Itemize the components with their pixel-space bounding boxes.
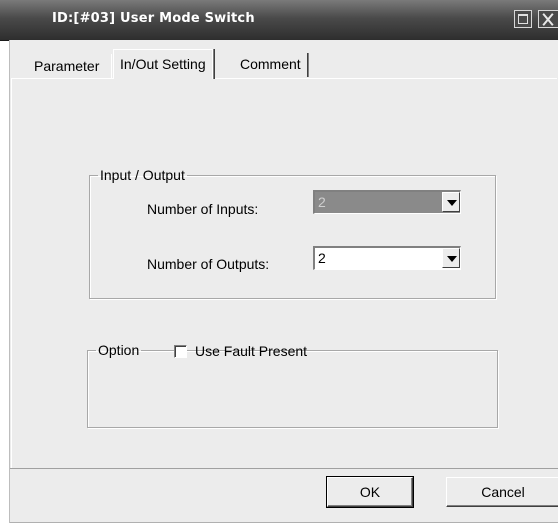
input-output-legend: Input / Output: [100, 167, 185, 183]
inputs-label: Number of Inputs:: [147, 201, 259, 217]
title-bar[interactable]: ID:[#03] User Mode Switch: [0, 0, 558, 41]
ok-button[interactable]: OK: [326, 476, 414, 508]
tab-panel: Input / Output Number of Inputs: 2 Numbe…: [11, 78, 557, 468]
tab-inout-setting[interactable]: In/Out Setting: [113, 49, 213, 79]
close-icon[interactable]: [538, 10, 558, 28]
outputs-label: Number of Outputs:: [147, 256, 270, 272]
input-output-group: Input / Output: [89, 167, 496, 299]
dialog-body: Parameter In/Out Setting Comment Input /…: [9, 40, 558, 523]
option-legend: Option: [98, 342, 140, 358]
tab-parameter[interactable]: Parameter: [28, 55, 105, 77]
maximize-icon[interactable]: [514, 10, 532, 28]
outputs-value: 2: [318, 250, 326, 266]
chevron-down-icon[interactable]: [442, 248, 460, 268]
inputs-combo: 2: [313, 190, 461, 214]
inputs-value: 2: [318, 194, 326, 210]
outputs-combo[interactable]: 2: [313, 246, 461, 270]
tab-comment[interactable]: Comment: [234, 53, 308, 77]
use-fault-present-checkbox[interactable]: [174, 345, 187, 358]
dialog-window: ID:[#03] User Mode Switch Parameter In/O…: [0, 0, 558, 523]
chevron-down-icon: [442, 192, 460, 212]
tab-divider: [111, 54, 112, 78]
panel-divider: [10, 468, 558, 469]
use-fault-present-label[interactable]: Use Fault Present: [195, 343, 307, 359]
cancel-button[interactable]: Cancel: [446, 477, 558, 507]
window-title: ID:[#03] User Mode Switch: [52, 11, 255, 26]
